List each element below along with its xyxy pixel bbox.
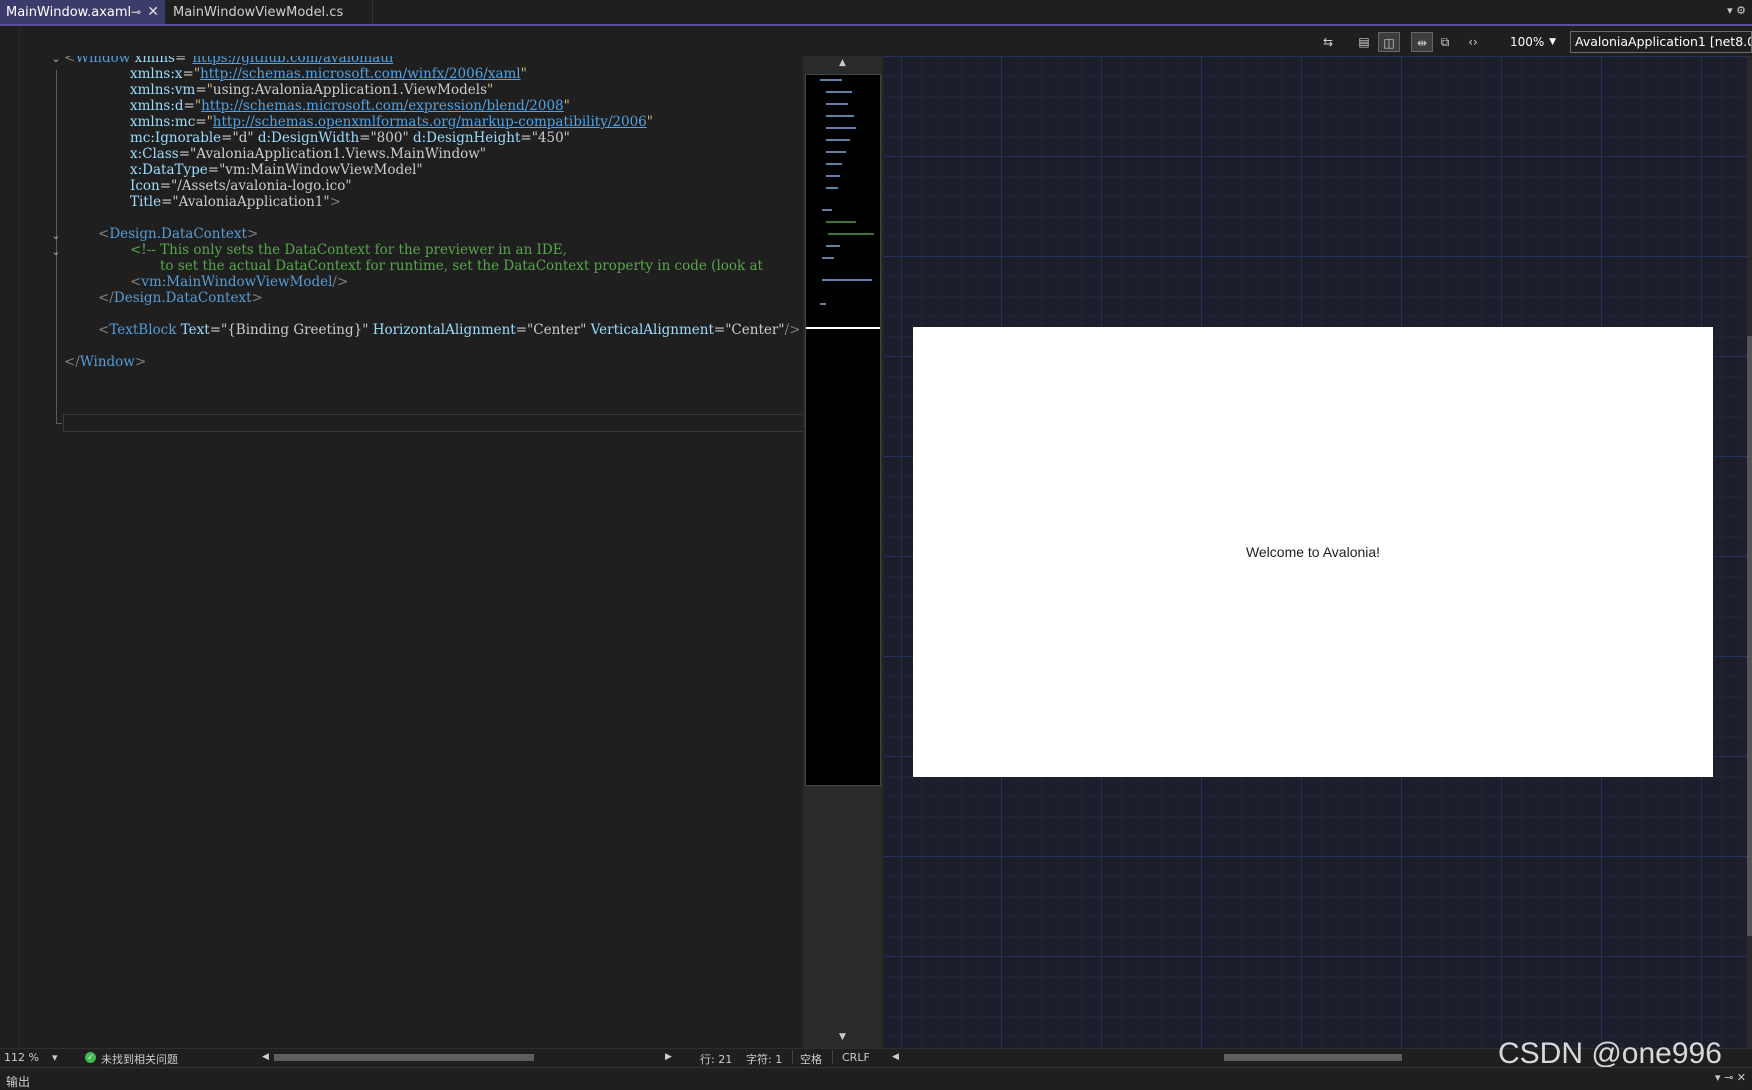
check-circle-icon: ✓ bbox=[85, 1052, 96, 1063]
code-minimap[interactable]: ▲ ▼ bbox=[803, 56, 883, 1050]
divider bbox=[792, 1050, 793, 1064]
panel-controls[interactable]: ▾ ⊸ ✕ bbox=[1715, 1071, 1746, 1084]
char-number[interactable]: 字符: 1 bbox=[746, 1051, 782, 1067]
line-ending[interactable]: CRLF bbox=[842, 1051, 870, 1064]
minimap-line bbox=[822, 279, 872, 281]
preview-window[interactable]: Welcome to Avalonia! bbox=[913, 327, 1713, 777]
minimap-line bbox=[826, 221, 856, 223]
output-panel-header: 输出 ▾ ⊸ ✕ bbox=[0, 1067, 1752, 1090]
split-horizontal-icon[interactable]: ▤ bbox=[1353, 32, 1375, 52]
scrollbar-thumb[interactable] bbox=[1747, 336, 1752, 936]
editor-horizontal-scrollbar[interactable] bbox=[272, 1053, 672, 1062]
minimap-line bbox=[826, 103, 848, 105]
fold-guide-end bbox=[56, 423, 62, 424]
close-icon[interactable]: ✕ bbox=[147, 4, 159, 20]
scrollbar-thumb[interactable] bbox=[1224, 1054, 1402, 1061]
xaml-code-editor[interactable]: ⌄ ⌄ ⌄ <Window xmlns="https://github.com/… bbox=[20, 56, 802, 1046]
scroll-left-arrow-icon[interactable]: ◀ bbox=[262, 1052, 269, 1062]
indent-mode[interactable]: 空格 bbox=[800, 1051, 822, 1067]
line-number[interactable]: 行: 21 bbox=[700, 1051, 732, 1067]
scrollbar-thumb[interactable] bbox=[274, 1054, 534, 1061]
designer-vertical-scrollbar[interactable] bbox=[1747, 56, 1752, 1050]
scroll-up-arrow-icon[interactable]: ▲ bbox=[839, 58, 846, 68]
target-framework-dropdown[interactable]: AvaloniaApplication1 [net8.0] bbox=[1570, 31, 1752, 53]
minimap-line bbox=[826, 127, 856, 129]
minimap-line bbox=[822, 209, 832, 211]
tab-mainwindowviewmodel-cs[interactable]: MainWindowViewModel.cs bbox=[167, 0, 373, 24]
minimap-line bbox=[826, 163, 842, 165]
scroll-right-arrow-icon[interactable]: ▶ bbox=[665, 1052, 672, 1062]
divider bbox=[832, 1050, 833, 1064]
minimap-line bbox=[826, 245, 840, 247]
output-title[interactable]: 输出 bbox=[6, 1073, 30, 1090]
issues-status[interactable]: 未找到相关问题 bbox=[101, 1051, 178, 1067]
tab-label: MainWindowViewModel.cs bbox=[173, 4, 344, 20]
editor-status-bar: 112 % ▾ ✓ 未找到相关问题 ◀ ▶ 行: 21 字符: 1 空格 CRL… bbox=[0, 1048, 884, 1066]
document-tab-strip: MainWindow.axaml ⊸ ✕ MainWindowViewModel… bbox=[0, 0, 1752, 26]
code-line-18: <TextBlock Text="{Binding Greeting}" Hor… bbox=[98, 322, 801, 338]
minimap-line bbox=[826, 151, 846, 153]
zoom-dropdown[interactable]: 100% ▼ bbox=[1504, 32, 1560, 52]
design-preview-canvas[interactable]: Welcome to Avalonia! bbox=[884, 56, 1747, 1050]
left-margin bbox=[0, 28, 20, 1050]
chevron-down-icon: ▼ bbox=[1549, 37, 1556, 47]
swap-panes-icon[interactable]: ⇆ bbox=[1317, 32, 1339, 52]
fold-toggle-icon[interactable]: ⌄ bbox=[50, 229, 62, 245]
pin-icon[interactable]: ⊸ bbox=[131, 5, 141, 19]
code-line-10: Title="AvaloniaApplication1"> bbox=[130, 194, 341, 210]
current-line-highlight bbox=[63, 414, 802, 432]
watermark: CSDN @one996 bbox=[1498, 1037, 1722, 1070]
designer-toolbar: ⇆ ▤ ◫ ⇹ ⧉ ‹› 100% ▼ AvaloniaApplication1… bbox=[884, 28, 1752, 56]
minimap-line bbox=[820, 79, 842, 81]
code-line-20: </Window> bbox=[64, 354, 147, 370]
minimap-viewport[interactable] bbox=[806, 75, 880, 329]
minimap-line bbox=[820, 303, 826, 305]
minimap-line bbox=[828, 233, 874, 235]
fold-toggle-icon[interactable]: ⌄ bbox=[50, 56, 62, 68]
tab-label: MainWindow.axaml bbox=[6, 4, 132, 20]
minimap-line bbox=[826, 187, 838, 189]
editor-zoom-level[interactable]: 112 % bbox=[4, 1051, 39, 1064]
scroll-down-arrow-icon[interactable]: ▼ bbox=[839, 1032, 846, 1042]
tab-mainwindow-axaml[interactable]: MainWindow.axaml ⊸ ✕ bbox=[0, 0, 165, 24]
collapse-pane-icon[interactable]: ⧉ bbox=[1434, 32, 1456, 52]
scroll-left-arrow-icon[interactable]: ◀ bbox=[892, 1052, 899, 1062]
target-value: AvaloniaApplication1 [net8.0] bbox=[1575, 34, 1752, 49]
preview-greeting-text: Welcome to Avalonia! bbox=[1245, 544, 1381, 560]
design-mode-icon[interactable]: ⇹ bbox=[1411, 32, 1433, 52]
chevron-down-icon[interactable]: ▾ bbox=[52, 1051, 58, 1064]
code-view-icon[interactable]: ‹› bbox=[1462, 32, 1484, 52]
minimap-line bbox=[826, 139, 850, 141]
code-line-16: </Design.DataContext> bbox=[98, 290, 263, 306]
minimap-line bbox=[826, 91, 852, 93]
minimap-line bbox=[822, 257, 834, 259]
minimap-line bbox=[826, 115, 854, 117]
zoom-value: 100% bbox=[1510, 35, 1545, 49]
minimap-preview[interactable] bbox=[805, 74, 881, 786]
minimap-line bbox=[826, 175, 840, 177]
tab-overflow-menu[interactable]: ▾ ⚙ bbox=[1727, 4, 1746, 17]
split-vertical-icon[interactable]: ◫ bbox=[1378, 32, 1400, 52]
fold-toggle-icon[interactable]: ⌄ bbox=[50, 245, 62, 261]
